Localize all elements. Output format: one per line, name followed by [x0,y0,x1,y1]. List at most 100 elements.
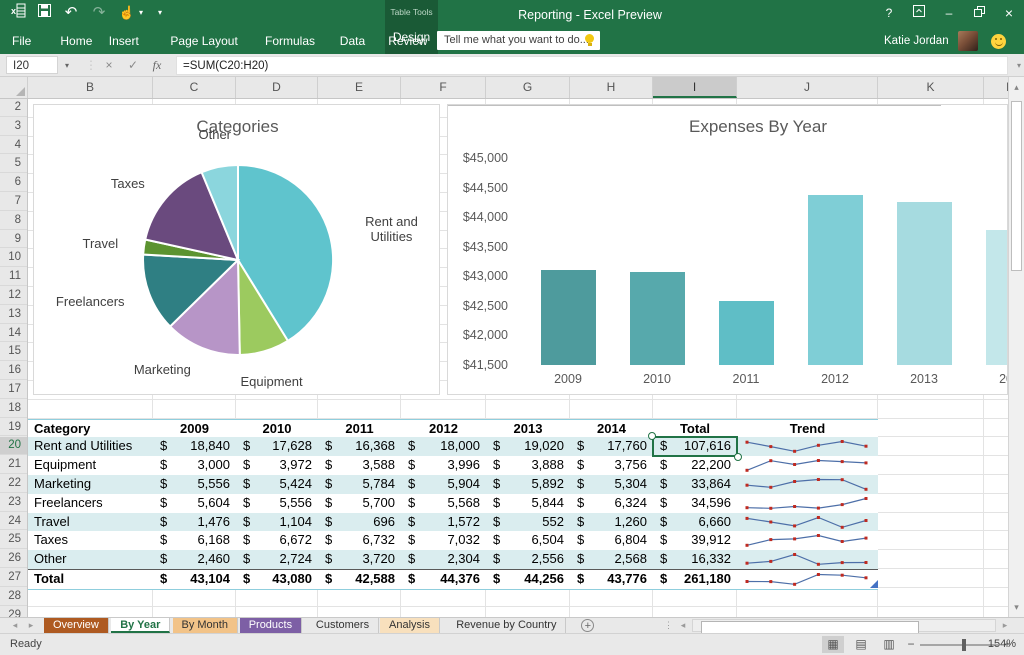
row-header-24[interactable]: 24 [0,513,27,531]
zoom-slider-thumb[interactable] [962,639,966,651]
table-cell[interactable]: $5,556 [153,475,236,494]
feedback-smiley-icon[interactable] [991,34,1006,49]
excel-logo-icon[interactable]: x [8,3,28,23]
trend-sparkline[interactable] [737,456,878,475]
table-cell[interactable]: $17,628 [236,437,318,456]
table-cell[interactable]: $3,000 [153,456,236,475]
column-header-G[interactable]: G [486,77,570,98]
row-header-19[interactable]: 19 [0,419,27,437]
save-button[interactable] [34,3,54,23]
customize-qat-dropdown-icon[interactable]: ▾ [155,3,165,23]
scroll-down-icon[interactable]: ▾ [1009,599,1024,615]
column-header-F[interactable]: F [401,77,486,98]
normal-view-button[interactable]: ▦ [822,636,844,653]
pie-chart[interactable]: CategoriesRent and UtilitiesEquipmentMar… [33,104,440,395]
selected-cell-outline[interactable] [652,436,738,457]
table-cell[interactable]: $3,720 [318,550,401,569]
table-cell[interactable]: $18,840 [153,437,236,456]
table-cell[interactable]: $2,568 [570,550,653,569]
table-cell[interactable]: $3,588 [318,456,401,475]
row-header-26[interactable]: 26 [0,550,27,568]
account-menu[interactable]: Katie Jordan [884,31,1006,52]
table-cell[interactable]: $16,368 [318,437,401,456]
row-header-20[interactable]: 20 [0,437,27,455]
row-header-25[interactable]: 25 [0,531,27,549]
restore-icon[interactable] [966,4,992,22]
ribbon-tab-review[interactable]: Review [384,29,431,54]
table-cell[interactable]: $18,000 [401,437,486,456]
row-header-29[interactable]: 29 [0,607,27,617]
column-header-D[interactable]: D [236,77,318,98]
column-header-H[interactable]: H [570,77,653,98]
table-cell[interactable]: $6,804 [570,531,653,550]
row-header-3[interactable]: 3 [0,118,27,136]
vertical-scroll-thumb[interactable] [1011,101,1022,271]
trend-sparkline[interactable] [737,475,878,494]
row-header-28[interactable]: 28 [0,588,27,606]
trend-sparkline[interactable] [737,550,878,569]
sheet-tab-by-year[interactable]: By Year [111,618,170,633]
table-cell[interactable]: $261,180 [653,570,737,589]
table-cell[interactable]: $5,844 [486,494,570,513]
table-cell[interactable]: $2,460 [153,550,236,569]
table-cell[interactable]: $33,864 [653,475,737,494]
table-header-2012[interactable]: 2012 [401,420,486,439]
close-icon[interactable]: × [996,4,1022,22]
cancel-formula-icon[interactable]: × [100,56,118,75]
row-header-6[interactable]: 6 [0,174,27,192]
table-cell[interactable]: $42,588 [318,570,401,589]
sheet-tab-products[interactable]: Products [240,618,302,633]
table-cell[interactable]: $6,168 [153,531,236,550]
table-cell[interactable]: $6,324 [570,494,653,513]
row-header-9[interactable]: 9 [0,231,27,249]
ribbon-tab-home[interactable]: Home [56,29,96,54]
table-cell[interactable]: $3,972 [236,456,318,475]
ribbon-tab-page-layout[interactable]: Page Layout [166,29,241,54]
trend-sparkline[interactable] [737,437,878,456]
sheet-grid[interactable]: CategoriesRent and UtilitiesEquipmentMar… [28,99,1008,617]
row-header-7[interactable]: 7 [0,193,27,211]
ribbon-tab-data[interactable]: Data [336,29,369,54]
column-header-C[interactable]: C [153,77,236,98]
row-header-5[interactable]: 5 [0,155,27,173]
table-cell[interactable]: $2,304 [401,550,486,569]
row-header-14[interactable]: 14 [0,325,27,343]
row-header-2[interactable]: 2 [0,99,27,117]
table-cell[interactable]: $5,424 [236,475,318,494]
table-cell[interactable]: $44,256 [486,570,570,589]
row-header-11[interactable]: 11 [0,268,27,286]
table-cell[interactable]: $1,476 [153,513,236,532]
zoom-out-button[interactable]: − [904,637,918,651]
category-cell[interactable]: Freelancers [28,494,153,513]
row-header-22[interactable]: 22 [0,475,27,493]
sheet-tab-by-month[interactable]: By Month [173,618,238,633]
row-header-13[interactable]: 13 [0,306,27,324]
name-box-dropdown-icon[interactable]: ▾ [58,56,76,75]
table-header-trend[interactable]: Trend [737,420,878,439]
row-header-12[interactable]: 12 [0,287,27,305]
table-cell[interactable]: $3,756 [570,456,653,475]
select-all-corner[interactable] [0,77,28,98]
trend-sparkline[interactable] [737,570,878,589]
formula-input[interactable]: =SUM(C20:H20) [176,56,1008,75]
table-cell[interactable]: $44,376 [401,570,486,589]
zoom-slider[interactable] [920,644,998,646]
column-header-E[interactable]: E [318,77,401,98]
ribbon-tab-file[interactable]: File [8,29,35,54]
tab-scroll-splitter[interactable]: ⋮ [664,620,674,631]
new-sheet-button[interactable]: + [581,619,594,632]
table-cell[interactable]: $2,556 [486,550,570,569]
table-header-2013[interactable]: 2013 [486,420,570,439]
redo-button[interactable]: ↷ [88,3,110,23]
category-cell[interactable]: Taxes [28,531,153,550]
table-cell[interactable]: $696 [318,513,401,532]
trend-sparkline[interactable] [737,494,878,513]
table-cell[interactable]: $22,200 [653,456,737,475]
sheet-tab-overview[interactable]: Overview [44,618,109,633]
table-cell[interactable]: $5,568 [401,494,486,513]
table-cell[interactable]: $5,892 [486,475,570,494]
table-cell[interactable]: $17,760 [570,437,653,456]
sheet-nav-prev-icon[interactable]: ◂ [8,618,22,633]
trend-sparkline[interactable] [737,531,878,550]
name-box[interactable]: I20 [6,56,58,74]
